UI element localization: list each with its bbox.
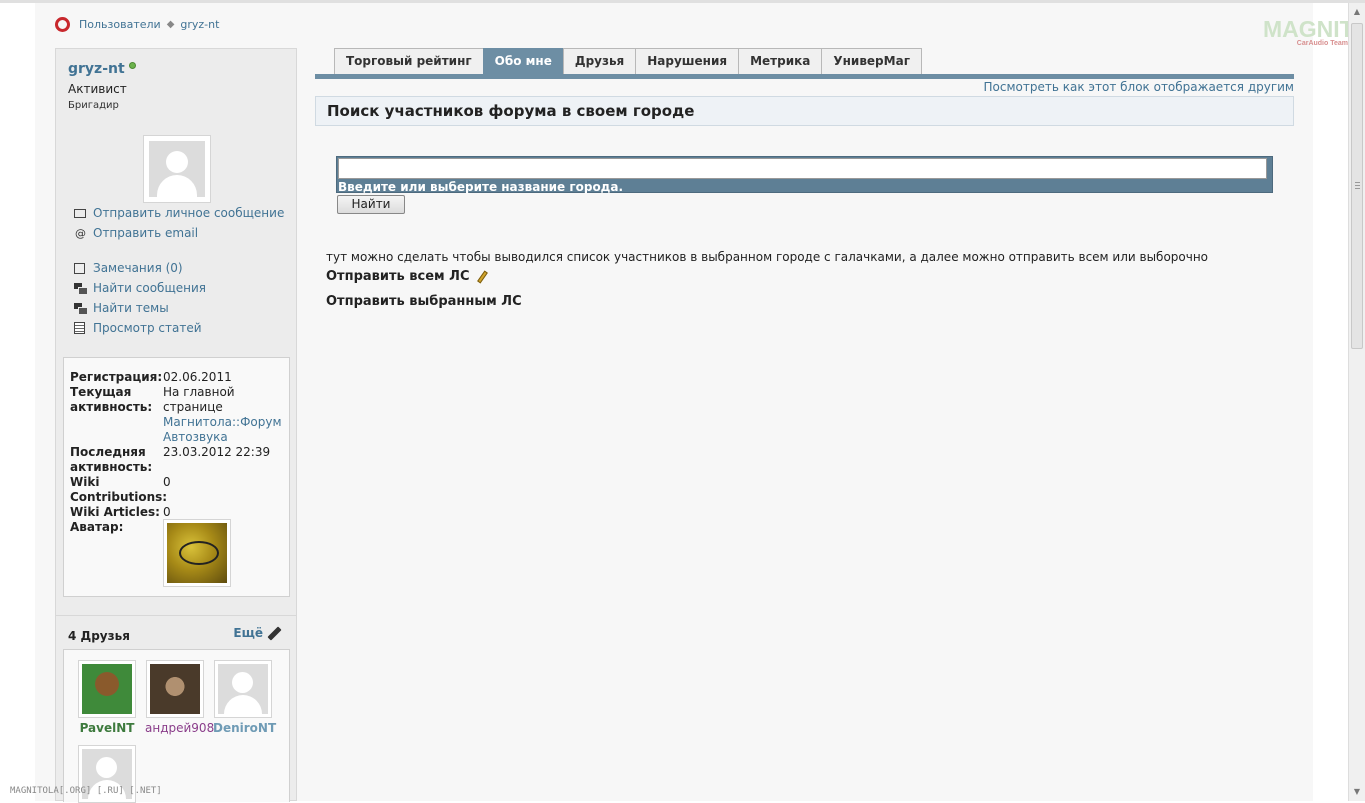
mail-icon [74,208,86,218]
find-threads-link[interactable]: Найти темы [74,298,206,318]
preview-as-others-link[interactable]: Посмотреть как этот блок отображается др… [984,80,1294,94]
logo-sub-text: CarAudio Team [1296,40,1348,47]
scroll-up-icon[interactable]: ▲ [1351,6,1363,18]
tab-violations[interactable]: Нарушения [635,48,740,74]
breadcrumb-root[interactable]: Пользователи [79,18,161,31]
grip-icon [1355,182,1360,189]
user-rank: Бригадир [68,100,119,111]
send-pm-link[interactable]: Отправить личное сообщение [74,203,284,223]
tab-friends[interactable]: Друзья [562,48,637,74]
notice-icon [74,262,85,274]
friend-name[interactable]: андрей908 [145,721,214,735]
find-button[interactable]: Найти [337,195,405,214]
friend-avatar[interactable] [146,660,204,718]
description-text: тут можно сделать чтобы выводился список… [326,250,1209,264]
site-logo[interactable]: MAGNITOLA CarAudio Team [1263,16,1365,49]
friends-header: 4 Друзья Ещё [56,615,296,649]
tab-univermag[interactable]: УниверМаг [821,48,922,74]
profile-info-box: Регистрация: 02.06.2011 Текущая активнос… [63,357,290,597]
breadcrumb-current[interactable]: gryz-nt [180,18,219,31]
view-articles-link[interactable]: Просмотр статей [74,318,206,338]
tab-metrics[interactable]: Метрика [738,48,823,74]
friend-item[interactable]: DeniroNT [213,660,276,735]
send-email-link[interactable]: @ Отправить email [74,223,284,243]
posts-icon [74,282,88,295]
avatar [143,135,211,203]
friend-name[interactable]: DeniroNT [213,721,276,735]
breadcrumb: Пользователи ◆ gryz-nt [55,15,219,33]
logo-main-text: MAGNITOLA [1263,16,1365,42]
online-status-icon [128,62,136,69]
scrollbar-thumb[interactable] [1351,23,1363,349]
edit-pencil-icon [267,625,282,641]
profile-tabs: Торговый рейтинг Обо мне Друзья Нарушени… [334,48,922,74]
articles-icon [74,322,85,334]
tab-about-me[interactable]: Обо мне [482,48,564,74]
breadcrumb-separator-icon: ◆ [166,18,175,30]
city-search-input[interactable] [338,158,1267,179]
friend-avatar[interactable] [214,660,272,718]
friends-list: PavelNT андрей908 DeniroNT [63,649,290,803]
username[interactable]: gryz-nt [68,61,136,77]
pencil-icon [476,270,488,283]
activity-links: Замечания (0) Найти сообщения Найти темы… [74,258,206,338]
send-all-pm-link[interactable]: Отправить всем ЛС [326,269,489,284]
activity-link[interactable]: Магнитола::Форум Автозвука [163,415,282,444]
notices-link[interactable]: Замечания (0) [74,258,206,278]
city-search-panel: Введите или выберите название города. [336,156,1273,194]
find-posts-link[interactable]: Найти сообщения [74,278,206,298]
friends-more-link[interactable]: Ещё [233,625,282,641]
tab-trade-rating[interactable]: Торговый рейтинг [334,48,484,74]
custom-avatar[interactable] [163,519,231,587]
city-search-hint: Введите или выберите название города. [338,180,624,194]
threads-icon [74,302,88,315]
contact-links: Отправить личное сообщение @ Отправить em… [74,203,284,243]
vertical-scrollbar[interactable]: ▲ ▼ [1348,3,1365,801]
avatar-image [167,523,227,583]
send-selected-pm-link[interactable]: Отправить выбранным ЛС [326,294,522,309]
friends-title: 4 Друзья [68,629,130,643]
friend-item[interactable]: андрей908 [145,660,214,735]
profile-sidebar: gryz-nt Активист Бригадир Отправить личн… [55,48,297,803]
tab-underline [315,74,1294,79]
at-icon: @ [75,226,86,240]
footer-watermark: MAGNITOLA[.ORG] [.RU] [.NET] [10,786,162,796]
friend-item[interactable]: PavelNT [77,660,137,735]
scroll-down-icon[interactable]: ▼ [1351,786,1363,798]
avatar-placeholder-icon [149,141,205,197]
home-icon[interactable] [55,16,70,32]
friend-avatar[interactable] [78,660,136,718]
block-title: Поиск участников форума в своем городе [315,96,1294,126]
user-title: Активист [68,82,127,96]
friend-name[interactable]: PavelNT [77,721,137,735]
